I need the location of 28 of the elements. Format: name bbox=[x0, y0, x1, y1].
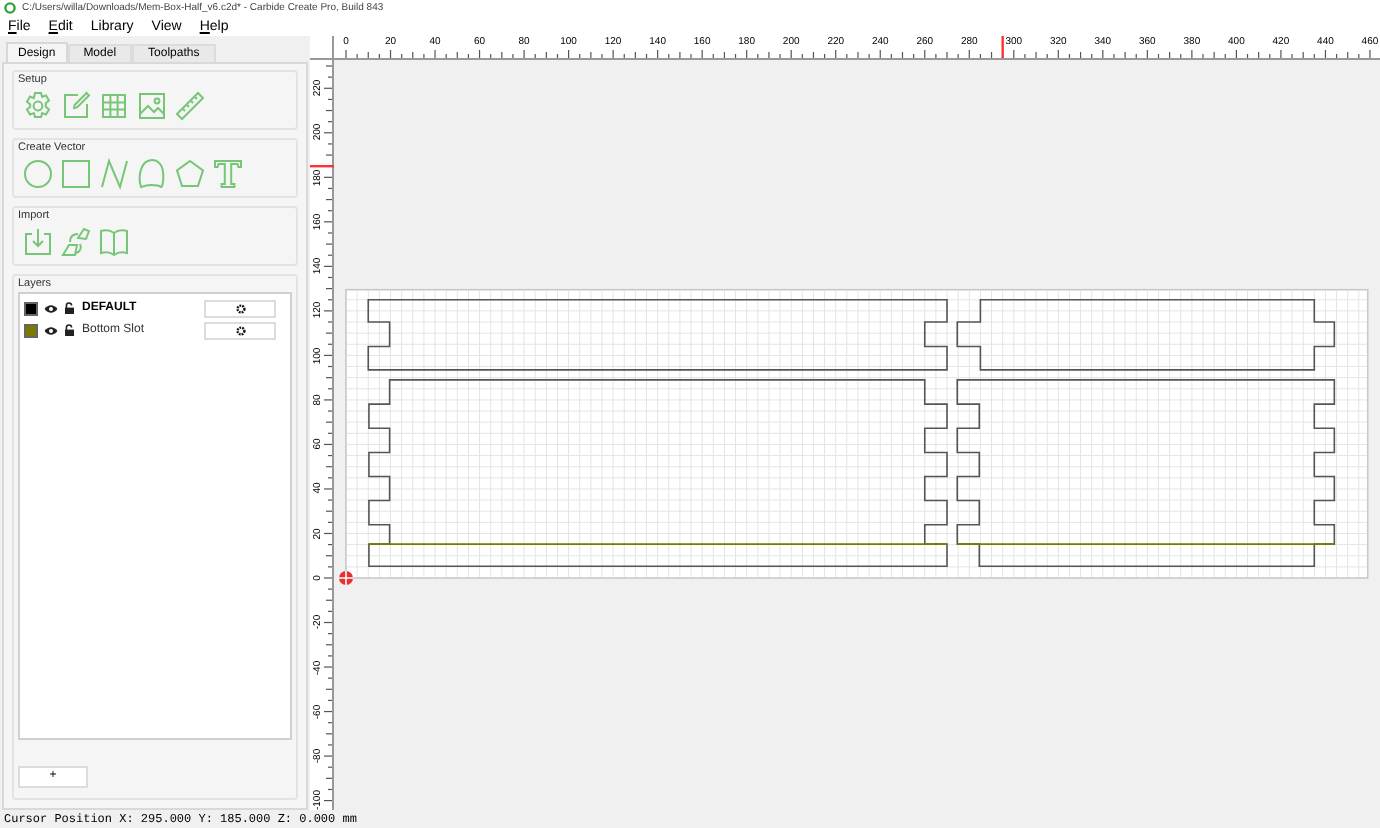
eye-icon[interactable] bbox=[44, 303, 58, 313]
polyline-icon[interactable] bbox=[98, 158, 130, 190]
gear-icon bbox=[235, 303, 245, 313]
cursor-marker bbox=[310, 165, 334, 168]
circle-icon[interactable] bbox=[22, 158, 54, 190]
layer-settings-button[interactable] bbox=[204, 321, 276, 339]
layer-color-swatch[interactable] bbox=[24, 323, 38, 337]
book-icon[interactable] bbox=[98, 226, 130, 258]
origin-icon bbox=[338, 570, 354, 586]
shape-import-icon[interactable] bbox=[60, 226, 92, 258]
text-icon[interactable] bbox=[212, 158, 244, 190]
eye-icon[interactable] bbox=[44, 325, 58, 335]
pentagon-icon[interactable] bbox=[174, 158, 206, 190]
gear-icon[interactable] bbox=[22, 90, 54, 122]
cursor-marker bbox=[1001, 36, 1004, 58]
lock-icon[interactable] bbox=[64, 324, 76, 336]
grid-icon[interactable] bbox=[98, 90, 130, 122]
edit-icon[interactable] bbox=[60, 90, 92, 122]
image-icon[interactable] bbox=[136, 90, 168, 122]
layer-settings-button[interactable] bbox=[204, 299, 276, 317]
ruler-icon[interactable] bbox=[174, 90, 206, 122]
import-icon[interactable] bbox=[22, 226, 54, 258]
gear-icon bbox=[235, 325, 245, 335]
layer-color-swatch[interactable] bbox=[24, 301, 38, 315]
curve-icon[interactable] bbox=[136, 158, 168, 190]
app-icon bbox=[4, 2, 16, 14]
lock-icon[interactable] bbox=[64, 302, 76, 314]
square-icon[interactable] bbox=[60, 158, 92, 190]
